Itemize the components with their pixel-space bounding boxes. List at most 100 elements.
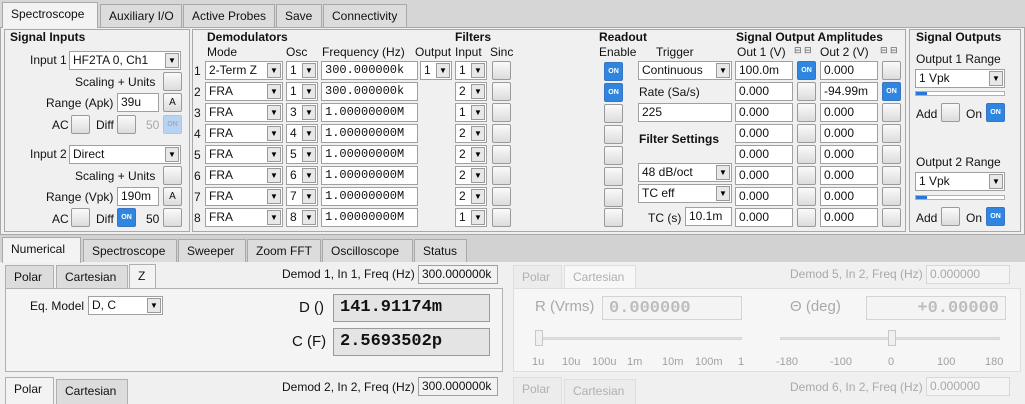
out1-amplitude-field[interactable]: 0.000 xyxy=(735,208,793,227)
out1-enable-button[interactable] xyxy=(797,166,816,185)
demod-frequency-field[interactable]: 1.00000000M xyxy=(321,208,418,227)
tab-polar-1[interactable]: Polar xyxy=(5,265,54,288)
sinc-button[interactable] xyxy=(492,124,511,143)
out2-enable-button[interactable] xyxy=(882,208,901,227)
out2-enable-button[interactable] xyxy=(882,166,901,185)
tab-spectroscope-bottom[interactable]: Spectroscope xyxy=(83,239,177,262)
input1-select[interactable]: HF2TA 0, Ch1 ▼ xyxy=(69,51,181,70)
out1-enable-button[interactable] xyxy=(797,187,816,206)
demod-mode-select[interactable]: FRA ▼ xyxy=(205,82,283,101)
r-slider-handle[interactable] xyxy=(535,330,543,346)
tc-field[interactable]: 10.1m xyxy=(685,207,732,226)
auto-range-button-2[interactable]: A xyxy=(163,187,182,206)
scaling-units-button-2[interactable] xyxy=(163,166,182,185)
demod-osc-select[interactable]: 3 ▼ xyxy=(286,103,318,122)
sinc-button[interactable] xyxy=(492,145,511,164)
tab-active-probes[interactable]: Active Probes xyxy=(183,4,275,27)
ac-button-1[interactable] xyxy=(71,115,90,134)
tab-numerical[interactable]: Numerical xyxy=(2,237,81,263)
fifty-ohm-button-2[interactable] xyxy=(163,208,182,227)
out2-amplitude-field[interactable]: 0.000 xyxy=(820,124,878,143)
readout-enable-button-7[interactable] xyxy=(604,188,623,207)
demod-input-select[interactable]: 1 ▼ xyxy=(455,103,487,122)
tab-oscilloscope[interactable]: Oscilloscope xyxy=(322,239,413,262)
out2-range-select[interactable]: 1 Vpk ▼ xyxy=(915,172,1005,191)
demod-frequency-field[interactable]: 1.00000000M xyxy=(321,103,418,122)
out2-enable-toggle[interactable]: ON xyxy=(882,82,901,101)
out1-amplitude-field[interactable]: 0.000 xyxy=(735,124,793,143)
tab-cartesian-2[interactable]: Cartesian xyxy=(56,379,128,404)
readout-enable-button-5[interactable] xyxy=(604,146,623,165)
out1-amplitude-field[interactable]: 0.000 xyxy=(735,166,793,185)
sinc-button[interactable] xyxy=(492,166,511,185)
demod-osc-select[interactable]: 4 ▼ xyxy=(286,124,318,143)
diff-button-1[interactable] xyxy=(117,115,136,134)
demod-osc-select[interactable]: 5 ▼ xyxy=(286,145,318,164)
readout-enable-button-8[interactable] xyxy=(604,208,623,227)
demod-osc-select[interactable]: 1 ▼ xyxy=(286,82,318,101)
tab-polar-6[interactable]: Polar xyxy=(513,377,562,404)
diff-toggle-2[interactable]: ON xyxy=(117,208,136,227)
demod-mode-select[interactable]: 2-Term Z ▼ xyxy=(205,61,283,80)
demod-frequency-field[interactable]: 300.000000k xyxy=(321,82,418,101)
tab-polar-2[interactable]: Polar xyxy=(5,377,54,404)
tab-cartesian-5[interactable]: Cartesian xyxy=(564,265,636,288)
trigger-select[interactable]: Continuous ▼ xyxy=(638,61,732,80)
theta-slider-handle[interactable] xyxy=(888,330,896,346)
readout-enable-button-4[interactable] xyxy=(604,125,623,144)
out2-enable-button[interactable] xyxy=(882,124,901,143)
tab-polar-5[interactable]: Polar xyxy=(513,265,562,288)
output2-on-toggle[interactable]: ON xyxy=(986,207,1005,226)
demod-osc-select[interactable]: 7 ▼ xyxy=(286,187,318,206)
out1-enable-toggle[interactable]: ON xyxy=(797,61,816,80)
demod-mode-select[interactable]: FRA ▼ xyxy=(205,124,283,143)
demod-mode-select[interactable]: FRA ▼ xyxy=(205,103,283,122)
demod-output-select[interactable]: 1 ▼ xyxy=(420,61,452,80)
demod-input-select[interactable]: 1 ▼ xyxy=(455,208,487,227)
tab-connectivity[interactable]: Connectivity xyxy=(323,4,407,27)
sinc-button[interactable] xyxy=(492,61,511,80)
range1-field[interactable]: 39u xyxy=(117,93,159,112)
tab-spectroscope[interactable]: Spectroscope xyxy=(2,2,98,28)
sinc-button[interactable] xyxy=(492,103,511,122)
out2-amplitude-field[interactable]: -94.99m xyxy=(820,82,878,101)
demod-mode-select[interactable]: FRA ▼ xyxy=(205,145,283,164)
out2-amplitude-field[interactable]: 0.000 xyxy=(820,166,878,185)
demod-osc-select[interactable]: 6 ▼ xyxy=(286,166,318,185)
add-button-2[interactable] xyxy=(941,207,960,226)
readout-enable-toggle-1[interactable]: ON xyxy=(604,62,623,81)
out2-enable-button[interactable] xyxy=(882,103,901,122)
demod-frequency-field[interactable]: 1.00000000M xyxy=(321,124,418,143)
tab-z-1[interactable]: Z xyxy=(129,264,156,289)
ac-button-2[interactable] xyxy=(71,208,90,227)
scaling-units-button-1[interactable] xyxy=(163,72,182,91)
out2-amplitude-field[interactable]: 0.000 xyxy=(820,61,878,80)
range2-field[interactable]: 190m xyxy=(117,187,159,206)
out1-amplitude-field[interactable]: 0.000 xyxy=(735,187,793,206)
add-button-1[interactable] xyxy=(941,103,960,122)
out1-enable-button[interactable] xyxy=(797,208,816,227)
out1-amplitude-field[interactable]: 0.000 xyxy=(735,145,793,164)
demod-frequency-field[interactable]: 1.00000000M xyxy=(321,166,418,185)
tab-cartesian-6[interactable]: Cartesian xyxy=(564,379,636,404)
tab-save[interactable]: Save xyxy=(276,4,322,27)
out2-enable-button[interactable] xyxy=(882,145,901,164)
demod-osc-select[interactable]: 1 ▼ xyxy=(286,61,318,80)
filter-slope-select[interactable]: 48 dB/oct ▼ xyxy=(638,163,732,182)
out2-amplitude-field[interactable]: 0.000 xyxy=(820,103,878,122)
out2-enable-button[interactable] xyxy=(882,187,901,206)
demod-frequency-field[interactable]: 1.00000000M xyxy=(321,187,418,206)
demod-input-select[interactable]: 2 ▼ xyxy=(455,82,487,101)
readout-enable-button-3[interactable] xyxy=(604,104,623,123)
tab-auxiliary-io[interactable]: Auxiliary I/O xyxy=(100,4,182,27)
out2-enable-button[interactable] xyxy=(882,61,901,80)
out2-amplitude-field[interactable]: 0.000 xyxy=(820,145,878,164)
input2-select[interactable]: Direct ▼ xyxy=(69,145,181,164)
readout-enable-toggle-2[interactable]: ON xyxy=(604,83,623,102)
tc-mode-select[interactable]: TC eff ▼ xyxy=(638,184,732,203)
out1-range-select[interactable]: 1 Vpk ▼ xyxy=(915,69,1005,88)
demod-input-select[interactable]: 2 ▼ xyxy=(455,166,487,185)
demod-mode-select[interactable]: FRA ▼ xyxy=(205,187,283,206)
tab-sweeper[interactable]: Sweeper xyxy=(178,239,246,262)
output1-on-toggle[interactable]: ON xyxy=(986,103,1005,122)
